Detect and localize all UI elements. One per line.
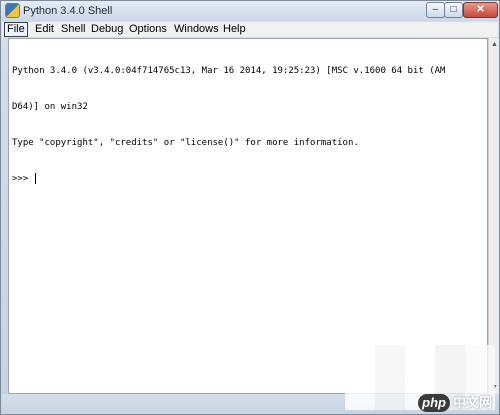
shell-text-area[interactable]: Python 3.4.0 (v3.4.0:04f714765c13, Mar 1… [8, 38, 488, 394]
console-line: D64)] on win32 [12, 102, 88, 112]
menu-debug[interactable]: Debug [89, 23, 125, 36]
console-line: Type "copyright", "credits" or "license(… [12, 138, 359, 148]
prompt: >>> [12, 174, 34, 184]
scroll-up-arrow-icon[interactable]: ▲ [490, 40, 499, 49]
watermark-brand: php [418, 394, 450, 412]
menu-help[interactable]: Help [221, 23, 248, 36]
console-output: Python 3.4.0 (v3.4.0:04f714765c13, Mar 1… [12, 41, 482, 209]
watermark-site: 中文网 [452, 395, 492, 410]
python-app-icon [6, 4, 19, 17]
vertical-scrollbar[interactable]: ▲ ▼ [488, 38, 499, 394]
menu-file[interactable]: File [4, 22, 28, 37]
menu-windows[interactable]: Windows [172, 23, 221, 36]
prompt-line[interactable]: >>> [12, 173, 482, 185]
maximize-button[interactable]: □ [444, 2, 463, 18]
title-bar[interactable]: Python 3.4.0 Shell – □ ✕ [1, 1, 499, 21]
menu-edit[interactable]: Edit [33, 23, 56, 36]
menu-bar: File Edit Shell Debug Options Windows He… [2, 22, 498, 37]
menu-shell[interactable]: Shell [59, 23, 87, 36]
text-cursor [34, 173, 36, 184]
menu-options[interactable]: Options [127, 23, 169, 36]
console-line: Python 3.4.0 (v3.4.0:04f714765c13, Mar 1… [12, 66, 446, 76]
window-title: Python 3.4.0 Shell [23, 5, 113, 17]
minimize-button[interactable]: – [426, 2, 445, 18]
close-button[interactable]: ✕ [463, 2, 498, 18]
watermark-logo: php 中文网 [418, 394, 492, 412]
